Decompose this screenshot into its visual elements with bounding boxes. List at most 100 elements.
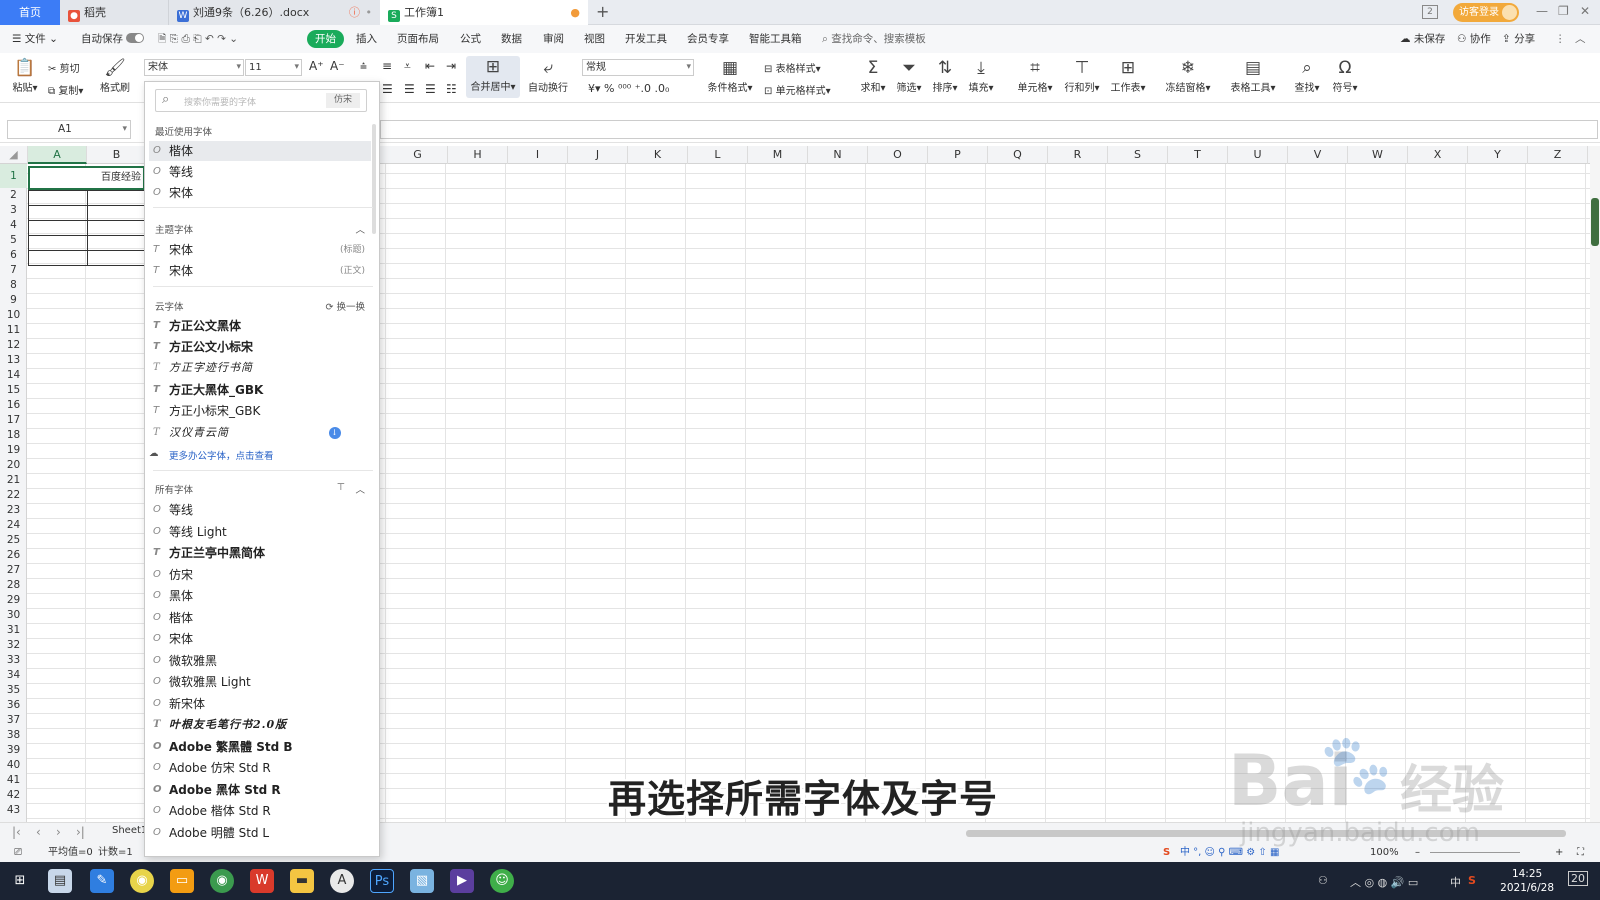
font-item[interactable]: O 宋体 [149, 183, 371, 203]
row-header[interactable]: 35 [0, 683, 27, 698]
tab-data[interactable]: 数据 [501, 30, 522, 48]
layout-icon[interactable]: 2 [1422, 5, 1438, 19]
close-window-button[interactable]: ✕ [1580, 4, 1590, 18]
chrome-icon[interactable]: ◉ [130, 869, 154, 893]
cell-button[interactable]: ⌗ 单元格▾ [1015, 57, 1055, 94]
tab-review[interactable]: 审阅 [543, 30, 564, 48]
tab-home[interactable]: 首页 [0, 0, 60, 25]
sort-button[interactable]: ⇅ 排序▾ [930, 57, 960, 94]
vertical-scrollbar[interactable] [1590, 146, 1600, 822]
row-header[interactable]: 14 [0, 368, 27, 383]
font-item[interactable]: O 宋体 [149, 629, 371, 649]
quick-access-icons[interactable]: 🗎 ⎘ ⎙ ⎗ ↶ ↷ ⌄ [158, 30, 238, 48]
row-header[interactable]: 39 [0, 743, 27, 758]
row-header[interactable]: 21 [0, 473, 27, 488]
column-header[interactable]: V [1288, 146, 1348, 164]
cell-a1[interactable]: 百度经验 [28, 166, 145, 190]
align-middle-icon[interactable]: ≡ [382, 59, 392, 73]
table-tools-button[interactable]: ▤ 表格工具▾ [1228, 57, 1278, 94]
fullscreen-icon[interactable]: ⛶ [1577, 844, 1584, 862]
sheet-tab[interactable]: Sheet1 [112, 825, 147, 836]
new-tab-button[interactable]: + [596, 2, 609, 21]
row-header[interactable]: 37 [0, 713, 27, 728]
column-header[interactable]: W [1348, 146, 1408, 164]
sogou-tray-icon[interactable]: S [1468, 874, 1476, 887]
file-explorer-icon[interactable]: ▬ [290, 869, 314, 893]
font-item[interactable]: T 方正小标宋_GBK [149, 401, 371, 421]
browser-icon[interactable]: ◉ [210, 869, 234, 893]
shrink-font-icon[interactable]: A⁻ [330, 59, 345, 73]
macro-icon[interactable]: ⎚ [14, 844, 22, 862]
auto-wrap-button[interactable]: ⤶ 自动换行 [527, 57, 569, 94]
column-header[interactable]: J [568, 146, 628, 164]
row-header[interactable]: 20 [0, 458, 27, 473]
select-all-corner[interactable]: ◢ [0, 146, 28, 164]
row-header[interactable]: 15 [0, 383, 27, 398]
tab-view[interactable]: 视图 [584, 30, 605, 48]
unsaved-button[interactable]: ☁ 未保存 [1400, 30, 1445, 48]
tab-daoke[interactable]: ● 稻壳 [60, 0, 168, 25]
more-icon[interactable]: ⋮ [1555, 30, 1566, 48]
column-header[interactable]: Q [988, 146, 1048, 164]
wechat-icon[interactable]: ☺ [490, 869, 514, 893]
row-header[interactable]: 24 [0, 518, 27, 533]
cut-button[interactable]: ✂ 剪切 [48, 60, 80, 75]
zoom-slider[interactable] [1430, 852, 1520, 853]
align-left-icon[interactable]: ☰ [382, 82, 393, 96]
format-painter-button[interactable]: 🖌 格式刷 [97, 57, 133, 94]
row-header[interactable]: 4 [0, 218, 27, 233]
tab-start[interactable]: 开始 [307, 30, 344, 48]
column-header[interactable]: Z [1528, 146, 1588, 164]
font-item[interactable]: O Adobe 黑体 Std R [149, 780, 371, 800]
collab-button[interactable]: ⚇ 协作 [1457, 30, 1491, 48]
close-tab-icon[interactable]: • [366, 0, 373, 25]
font-item[interactable]: T 方正字迹行书简 [149, 358, 371, 378]
indent-decrease-icon[interactable]: ⇤ [425, 59, 435, 73]
column-header[interactable]: S [1108, 146, 1168, 164]
font-item[interactable]: T 方正兰亭中黑简体 [149, 543, 371, 563]
font-item[interactable]: O 等线 [149, 500, 371, 520]
font-item[interactable]: O 仿宋 [149, 565, 371, 585]
worksheet-button[interactable]: ⊞ 工作表▾ [1108, 57, 1148, 94]
font-search-box[interactable]: ⌕ 搜索你需要的字体 仿宋 [155, 89, 367, 112]
tab-insert[interactable]: 插入 [356, 30, 377, 48]
font-item[interactable]: O Adobe 繁黑體 Std B [149, 737, 371, 757]
copy-button[interactable]: ⧉ 复制▾ [48, 82, 83, 97]
minimize-button[interactable]: — [1536, 4, 1548, 18]
font-item[interactable]: O Adobe 明體 Std L [149, 823, 371, 843]
row-header[interactable]: 9 [0, 293, 27, 308]
tab-docx[interactable]: W 刘通9条（6.26）.docx ⓘ • [168, 0, 380, 25]
column-header[interactable]: K [628, 146, 688, 164]
row-header[interactable]: 40 [0, 758, 27, 773]
column-header[interactable]: T [1168, 146, 1228, 164]
column-header[interactable]: A [28, 146, 87, 164]
notification-icon[interactable]: 20 [1568, 871, 1588, 886]
last-sheet-icon[interactable]: ›| [76, 825, 85, 839]
row-header[interactable]: 25 [0, 533, 27, 548]
row-header[interactable]: 41 [0, 773, 27, 788]
row-header[interactable]: 29 [0, 593, 27, 608]
font-item[interactable]: T 方正公文小标宋 [149, 337, 371, 357]
conditional-format-button[interactable]: ▦ 条件格式▾ [706, 57, 754, 94]
font-item[interactable]: T 方正大黑体_GBK [149, 380, 371, 400]
tab-developer[interactable]: 开发工具 [625, 30, 667, 48]
tab-page-layout[interactable]: 页面布局 [397, 30, 439, 48]
justify-icon[interactable]: ☰ [425, 82, 436, 96]
collapse-chevron-icon[interactable]: ︿ [355, 482, 365, 496]
font-item[interactable]: O 黑体 [149, 586, 371, 606]
tab-formulas[interactable]: 公式 [460, 30, 481, 48]
column-header[interactable]: I [508, 146, 568, 164]
font-item[interactable]: O 等线 [149, 162, 371, 182]
distribute-icon[interactable]: ☷ [446, 82, 457, 96]
feather-app-icon[interactable]: ✎ [90, 869, 114, 893]
ime-indicator[interactable]: 中 [1450, 874, 1461, 890]
row-header[interactable]: 23 [0, 503, 27, 518]
font-item[interactable]: T 叶根友毛笔行书2.0版 [149, 715, 371, 735]
cell-style-button[interactable]: ⊡ 单元格样式▾ [764, 82, 831, 97]
next-sheet-icon[interactable]: › [56, 825, 61, 839]
row-header[interactable]: 6 [0, 248, 27, 263]
row-header[interactable]: 19 [0, 443, 27, 458]
find-button[interactable]: ⌕ 查找▾ [1292, 57, 1322, 94]
currency-percent-icons[interactable]: ¥▾ % ⁰⁰⁰ ⁺.0 .0₀ [588, 82, 669, 95]
windows-start-icon[interactable]: ⊞ [8, 869, 32, 893]
